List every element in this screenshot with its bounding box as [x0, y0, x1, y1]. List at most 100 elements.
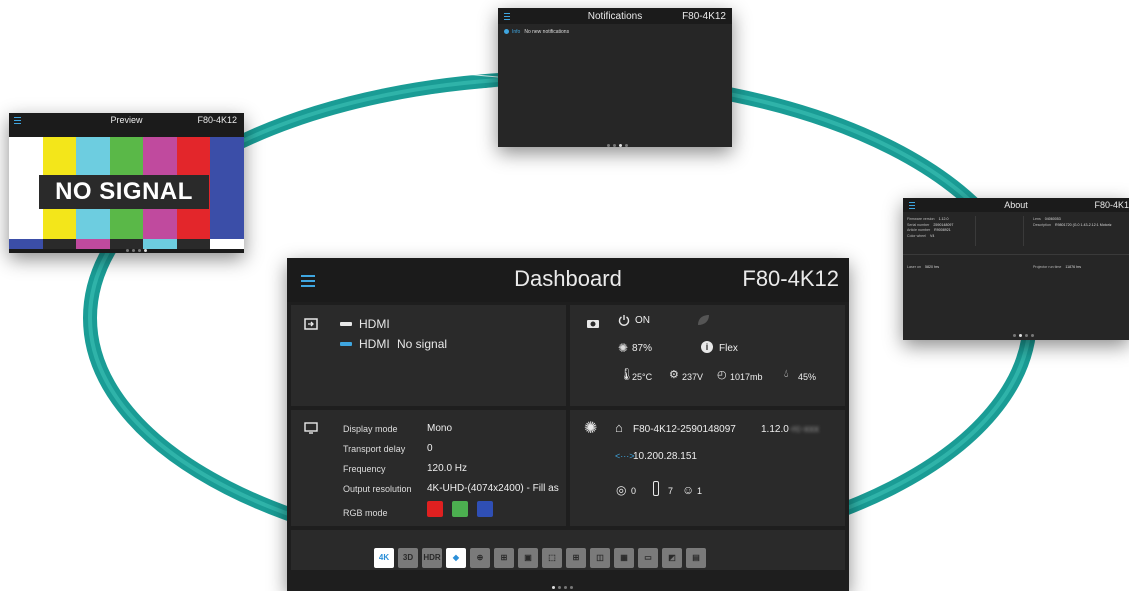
firmware-version-suffix: -rc-xxx — [789, 424, 819, 435]
about-right-info: Lens 04060053 Description R9801720 (G.0 1.… — [1033, 217, 1112, 227]
window-icon[interactable]: ▭ — [638, 548, 658, 568]
info-icon[interactable]: i — [701, 341, 713, 353]
eco-leaf-icon — [698, 315, 709, 325]
notifications-card[interactable]: Notifications F80-4K12 Info No new notifi… — [498, 8, 732, 147]
color-bar-low — [76, 239, 110, 249]
divider — [1023, 216, 1024, 246]
pressure: 1017mb — [730, 372, 763, 382]
info-icon — [504, 29, 509, 35]
warp-icon[interactable]: ⊞ — [494, 548, 514, 568]
image-icon[interactable]: ▤ — [686, 548, 706, 568]
dashboard-titlebar: Dashboard F80-4K12 — [287, 258, 849, 302]
dashboard-card[interactable]: Dashboard F80-4K12 HDMI HDMI No signal O… — [287, 258, 849, 591]
about-left-info: Firmware version 1.12.0 Serial number 2590… — [907, 217, 954, 238]
transport-delay-label: Transport delay — [343, 444, 406, 454]
mode-value: Flex — [719, 343, 738, 354]
blend-icon[interactable]: ▣ — [518, 548, 538, 568]
humidity: 45% — [798, 372, 817, 382]
hdmi-icon — [340, 322, 352, 326]
light-output: 87% — [632, 343, 653, 354]
model-name: F80-4K12 — [742, 266, 839, 291]
color-bar-low — [42, 239, 77, 249]
divider — [975, 216, 976, 246]
hostname: F80-4K12-2590148097 — [633, 424, 736, 435]
network-panel[interactable]: ✺ ⌂ F80-4K12-2590148097 1.12.0 -rc-xxx <… — [570, 410, 845, 526]
wifi-count: 0 — [631, 486, 637, 496]
power-icon — [618, 315, 630, 326]
color-bar-low — [109, 239, 144, 249]
color-bar-low — [176, 239, 211, 249]
zoom-icon[interactable]: ⊕ — [470, 548, 490, 568]
remote-icon — [653, 481, 659, 496]
rgb-mode-label: RGB mode — [343, 508, 388, 518]
remote-count: 7 — [668, 486, 674, 496]
page-indicator — [607, 144, 628, 147]
color-bar-low — [143, 239, 177, 249]
color-bar — [9, 137, 43, 249]
no-signal-overlay: NO SIGNAL — [39, 175, 209, 209]
transport-delay-value: 0 — [427, 443, 433, 454]
status-panel[interactable]: ON ✺ 87% i Flex 🌡︎ 25°C ⚙ 237V ◴ 1017mb … — [570, 305, 845, 406]
color-bar-low — [9, 239, 43, 249]
display-panel[interactable]: Display mode Mono Transport delay 0 Freq… — [291, 410, 566, 526]
pattern-icon[interactable]: ▦ — [614, 548, 634, 568]
home-icon: ⌂ — [615, 420, 623, 435]
rgb-green-swatch[interactable] — [452, 501, 468, 517]
hdmi-status-icon — [340, 342, 352, 346]
about-titlebar: About F80-4K1 — [903, 198, 1129, 212]
page-indicator — [126, 249, 147, 252]
input-status: No signal — [397, 337, 448, 351]
frequency-label: Frequency — [343, 464, 386, 474]
notification-message: No new notifications — [524, 29, 570, 35]
output-resolution-value: 4K-UHD-(4074x2400) - Fill as — [427, 483, 559, 494]
diamond-icon[interactable]: ◆ — [446, 548, 466, 568]
display-mode-value: Mono — [427, 423, 453, 434]
input-icon — [304, 318, 318, 330]
about-card[interactable]: About F80-4K1 Firmware version 1.12.0 Ser… — [903, 198, 1129, 340]
ip-arrows-icon: <···> — [615, 451, 635, 461]
model-name: F80-4K12 — [197, 115, 237, 125]
fit-icon[interactable]: ⬚ — [542, 548, 562, 568]
temperature: 25°C — [632, 372, 653, 382]
runtime-hours: Projector run time 11876 hrs — [1033, 265, 1082, 269]
rgb-red-swatch[interactable] — [427, 501, 443, 517]
network-icon: ✺ — [584, 420, 598, 437]
preview-titlebar: Preview F80-4K12 — [9, 113, 244, 128]
notifications-titlebar: Notifications F80-4K12 — [498, 8, 732, 24]
input-status-name: HDMI — [359, 337, 390, 351]
user-count: 1 — [697, 486, 703, 496]
color-bar-low — [210, 239, 244, 249]
hdr-icon[interactable]: HDR — [422, 548, 442, 568]
projector-icon — [587, 320, 599, 328]
color-bar — [210, 137, 244, 249]
source-panel[interactable]: HDMI HDMI No signal — [291, 305, 566, 406]
notification-level: Info — [512, 29, 521, 35]
4k-uhd-icon[interactable]: 4K — [374, 548, 394, 568]
firmware-version: 1.12.0 — [761, 424, 789, 435]
monitor-icon — [304, 422, 318, 434]
rgb-blue-swatch[interactable] — [477, 501, 493, 517]
power-status: ON — [635, 315, 650, 326]
user-icon: ☺ — [682, 483, 695, 497]
preview-card[interactable]: Preview F80-4K12 NO SIGNAL — [9, 113, 244, 253]
light-icon: ✺ — [618, 341, 629, 355]
3d-icon[interactable]: 3D — [398, 548, 418, 568]
pip-icon[interactable]: ◫ — [590, 548, 610, 568]
voltage: 237V — [682, 372, 704, 382]
pressure-icon: ◴ — [717, 369, 727, 381]
page-indicator — [552, 586, 573, 589]
humidity-icon: 💧︎ — [784, 368, 789, 380]
input-name: HDMI — [359, 317, 390, 331]
notification-item: Info No new notifications — [504, 29, 569, 35]
output-resolution-label: Output resolution — [343, 484, 412, 494]
grid-icon[interactable]: ⊞ — [566, 548, 586, 568]
model-name: F80-4K1 — [1094, 200, 1129, 210]
ip-address: 10.200.28.151 — [633, 451, 697, 462]
voltage-icon: ⚙ — [669, 369, 679, 381]
wifi-icon: ◎ — [616, 483, 627, 497]
laser-hours: Laser on 5820 hrs — [907, 265, 939, 269]
divider — [903, 254, 1129, 255]
contrast-icon[interactable]: ◩ — [662, 548, 682, 568]
page-indicator — [1013, 334, 1034, 337]
display-mode-label: Display mode — [343, 424, 398, 434]
